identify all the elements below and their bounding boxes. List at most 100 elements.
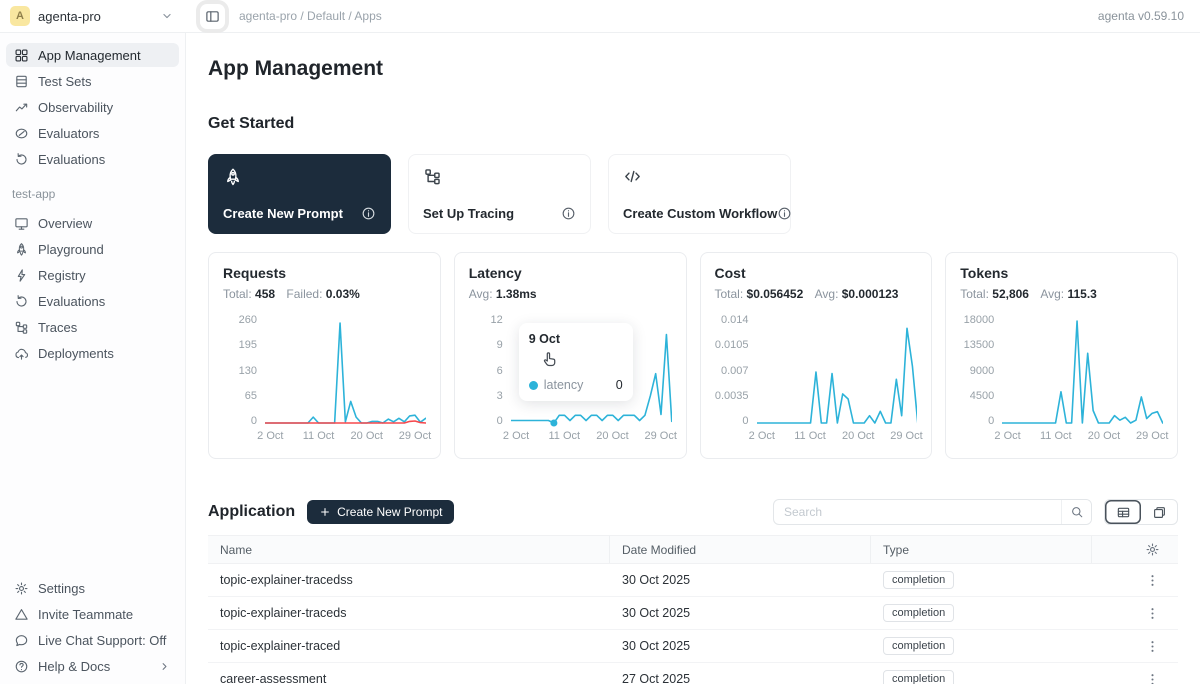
cost-chart-card: Cost Total: $0.056452 Avg: $0.000123 0.0… (700, 252, 933, 459)
sidebar-toggle-button[interactable] (200, 4, 225, 29)
workspace-selector[interactable]: A agenta-pro (0, 6, 186, 26)
y-axis: 260195130650 (223, 315, 265, 427)
app-date: 30 Oct 2025 (610, 573, 871, 587)
code-icon (623, 167, 642, 186)
sidebar-item-label: Traces (38, 320, 77, 335)
plus-icon (319, 506, 331, 518)
info-icon[interactable] (561, 206, 576, 221)
sidebar-item-label: Evaluations (38, 152, 105, 167)
sidebar-item-deployments[interactable]: Deployments (6, 341, 179, 365)
row-actions[interactable] (1092, 672, 1178, 684)
table-row[interactable]: career-assessment 27 Oct 2025 completion (208, 663, 1178, 684)
grid-icon (14, 48, 29, 63)
sidebar-item-observability[interactable]: Observability (6, 95, 179, 119)
type-badge: completion (883, 604, 954, 622)
sidebar-item-app-management[interactable]: App Management (6, 43, 179, 67)
x-axis: 2 Oct11 Oct20 Oct29 Oct (511, 430, 672, 444)
get-started-cards: Create New Prompt Set Up Tracing Create … (208, 154, 1178, 234)
table-row[interactable]: topic-explainer-traced 30 Oct 2025 compl… (208, 630, 1178, 663)
create-new-prompt-button[interactable]: Create New Prompt (307, 500, 454, 524)
chart-title: Tokens (960, 265, 1163, 283)
type-badge: completion (883, 637, 954, 655)
sidebar-item-evaluators[interactable]: Evaluators (6, 121, 179, 145)
monitor-icon (14, 216, 29, 231)
search-icon (1070, 505, 1084, 519)
chevron-down-icon (160, 9, 174, 23)
x-axis: 2 Oct11 Oct20 Oct29 Oct (1002, 430, 1163, 444)
sidebar-bottom: Settings Invite Teammate Live Chat Suppo… (6, 576, 179, 680)
hand-cursor-icon (541, 350, 559, 368)
sidebar-item-app-evaluations[interactable]: Evaluations (6, 289, 179, 313)
sidebar-section-label: test-app (12, 187, 173, 201)
create-custom-workflow-card[interactable]: Create Custom Workflow (608, 154, 791, 234)
search-button[interactable] (1061, 500, 1091, 524)
app-name: topic-explainer-tracedss (208, 573, 610, 587)
app-name: topic-explainer-traceds (208, 606, 610, 620)
card-view-icon (1152, 505, 1167, 520)
y-axis: 129630 (469, 315, 511, 427)
table-row[interactable]: topic-explainer-tracedss 30 Oct 2025 com… (208, 564, 1178, 597)
gauge-icon (14, 126, 29, 141)
requests-chart-card: Requests Total: 458 Failed: 0.03% 260195… (208, 252, 441, 459)
sidebar-item-registry[interactable]: Registry (6, 263, 179, 287)
sidebar-item-evaluations[interactable]: Evaluations (6, 147, 179, 171)
create-new-prompt-card[interactable]: Create New Prompt (208, 154, 391, 234)
bolt-icon (14, 268, 29, 283)
sidebar-item-traces[interactable]: Traces (6, 315, 179, 339)
tooltip-value: 0 (616, 378, 623, 392)
x-axis: 2 Oct11 Oct20 Oct29 Oct (757, 430, 918, 444)
info-icon[interactable] (777, 206, 792, 221)
gear-icon (1145, 542, 1160, 557)
table-row[interactable]: topic-explainer-traceds 30 Oct 2025 comp… (208, 597, 1178, 630)
rotate-icon (14, 294, 29, 309)
latency-chart-card: Latency Avg: 1.38ms 129630 2 Oct11 Oct20… (454, 252, 687, 459)
info-icon[interactable] (361, 206, 376, 221)
card-label: Set Up Tracing (423, 206, 514, 221)
sidebar-item-help-docs[interactable]: Help & Docs (6, 654, 179, 678)
chat-icon (14, 633, 29, 648)
get-started-title: Get Started (208, 115, 1178, 134)
rotate-icon (14, 152, 29, 167)
column-header-date-modified: Date Modified (610, 536, 871, 563)
sidebar-item-label: Overview (38, 216, 92, 231)
row-actions[interactable] (1092, 606, 1178, 621)
sidebar-item-test-sets[interactable]: Test Sets (6, 69, 179, 93)
row-actions[interactable] (1092, 573, 1178, 588)
table-header: Name Date Modified Type (208, 535, 1178, 564)
help-icon (14, 659, 29, 674)
chart-stats: Total: $0.056452 Avg: $0.000123 (715, 287, 918, 303)
sidebar-item-invite-teammate[interactable]: Invite Teammate (6, 602, 179, 626)
table-view-button[interactable] (1105, 500, 1141, 524)
sidebar-item-overview[interactable]: Overview (6, 211, 179, 235)
kebab-menu-icon (1145, 573, 1160, 588)
breadcrumb[interactable]: agenta-pro / Default / Apps (239, 9, 382, 23)
sidebar-item-settings[interactable]: Settings (6, 576, 179, 600)
sidebar-item-label: Help & Docs (38, 659, 110, 674)
row-actions[interactable] (1092, 639, 1178, 654)
trend-chart-icon (14, 100, 29, 115)
card-label: Create Custom Workflow (623, 206, 777, 221)
search-input[interactable] (774, 505, 1061, 519)
set-up-tracing-card[interactable]: Set Up Tracing (408, 154, 591, 234)
app-date: 27 Oct 2025 (610, 672, 871, 684)
x-axis: 2 Oct11 Oct20 Oct29 Oct (265, 430, 426, 444)
chart-title: Requests (223, 265, 426, 283)
topbar: A agenta-pro agenta-pro / Default / Apps… (0, 0, 1200, 33)
view-toggle (1104, 499, 1178, 525)
sidebar-item-label: App Management (38, 48, 141, 63)
sidebar-item-live-chat-support[interactable]: Live Chat Support: Off (6, 628, 179, 652)
sidebar-item-label: Live Chat Support: Off (38, 633, 166, 648)
y-axis: 1800013500900045000 (960, 315, 1002, 427)
card-view-button[interactable] (1141, 500, 1177, 524)
sidebar: App Management Test Sets Observability E… (0, 33, 186, 684)
sidebar-item-playground[interactable]: Playground (6, 237, 179, 261)
kebab-menu-icon (1145, 672, 1160, 684)
sidebar-item-label: Evaluators (38, 126, 99, 141)
column-header-type: Type (871, 536, 1092, 563)
column-settings[interactable] (1092, 536, 1178, 563)
type-badge: completion (883, 571, 954, 589)
cloud-icon (14, 346, 29, 361)
y-axis: 0.0140.01050.0070.00350 (715, 315, 757, 427)
metrics-charts: Requests Total: 458 Failed: 0.03% 260195… (208, 252, 1178, 459)
sidebar-item-label: Invite Teammate (38, 607, 133, 622)
